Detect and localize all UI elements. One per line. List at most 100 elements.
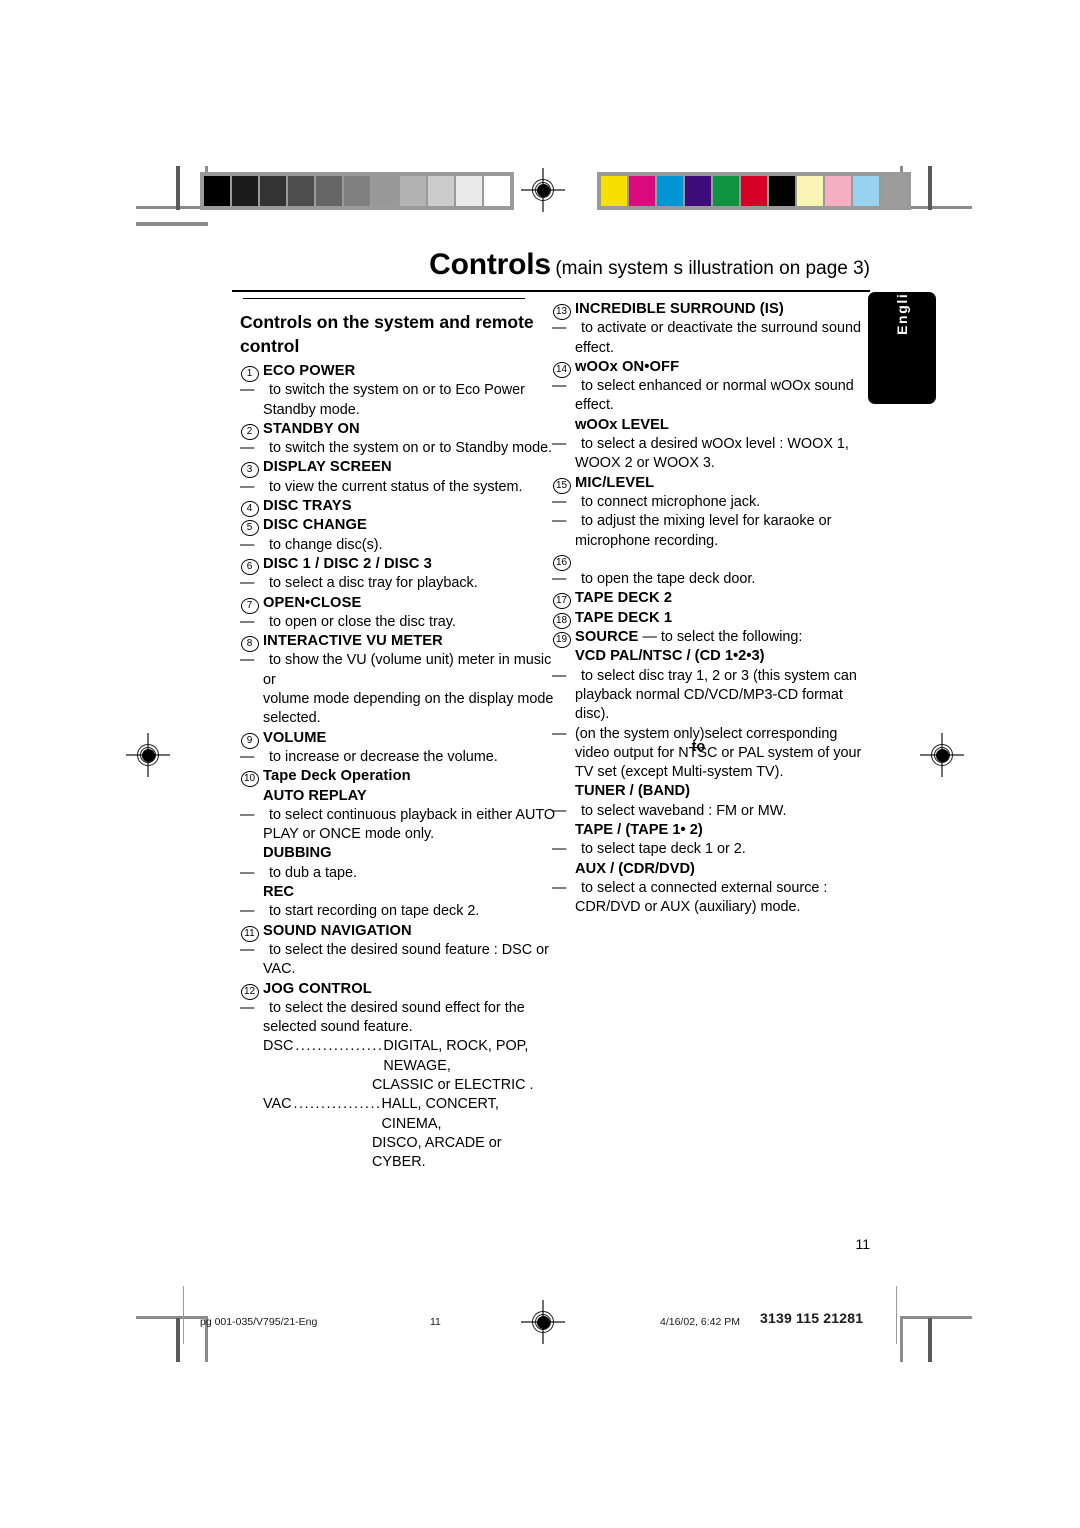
entry-label: DISC 1 / DISC 2 / DISC 3 bbox=[263, 555, 432, 572]
entry-number-badge: 8 bbox=[240, 632, 259, 653]
entry-label: DISPLAY SCREEN bbox=[263, 459, 392, 476]
dot-leader: .................... bbox=[293, 1096, 382, 1113]
entry-number: 12 bbox=[240, 983, 259, 1000]
right-entry: 13 INCREDIBLE SURROUND (IS) bbox=[552, 300, 870, 320]
entry-label-wrap: DISPLAY SCREEN bbox=[263, 458, 392, 477]
right-entry: 14 wOOx ON•OFF bbox=[552, 358, 870, 378]
entry-description: — to select a desired wOOx level : WOOX 1… bbox=[552, 435, 870, 454]
footer-rule-right bbox=[896, 1286, 897, 1344]
right-sublabel: wOOx LEVEL bbox=[575, 416, 669, 433]
entry-label-wrap: MIC/LEVEL bbox=[575, 474, 654, 493]
right-entry: 16 bbox=[552, 551, 870, 571]
entry-label: wOOx ON•OFF bbox=[575, 358, 680, 375]
entry-description: — to connect microphone jack. bbox=[552, 493, 870, 512]
entry-description: — to select tape deck 1 or 2. bbox=[552, 840, 870, 859]
entry-number: 13 bbox=[552, 304, 571, 320]
em-dash-bullet: — bbox=[240, 613, 255, 630]
em-dash-bullet: — bbox=[240, 806, 255, 823]
entry-number: 19 bbox=[552, 632, 571, 649]
entry-description-text: to show the VU (volume unit) meter in mu… bbox=[263, 652, 552, 688]
entry-description-continued: effect. bbox=[575, 339, 614, 356]
right-sublabel: VCD PAL/NTSC / (CD 1•2•3) bbox=[575, 648, 765, 665]
left-sublabel: DUBBING bbox=[263, 845, 332, 862]
entry-number-badge: 10 bbox=[240, 767, 259, 788]
entry-number-badge: 9 bbox=[240, 729, 259, 749]
entry-description-text: to select enhanced or normal wOOx sound bbox=[581, 378, 854, 395]
sound-effect-row: VAC....................HALL, CONCERT, CI… bbox=[240, 1095, 558, 1134]
entry-description-continued: WOOX 2 or WOOX 3. bbox=[575, 455, 715, 472]
left-entry: 7 OPEN•CLOSE bbox=[240, 594, 558, 614]
entry-description: — (on the system only) to select correspond… bbox=[552, 725, 870, 755]
entry-description-text: to switch the system on or to Standby mo… bbox=[269, 440, 553, 457]
em-dash-bullet: — bbox=[240, 903, 255, 920]
page-title-subtitle: (main system s illustration on page 3) bbox=[555, 258, 870, 279]
sound-effect-values-continued: DISCO, ARCADE or CYBER. bbox=[372, 1134, 502, 1171]
entry-description-text: to activate or deactivate the surround s… bbox=[581, 320, 861, 337]
entry-number: 6 bbox=[240, 558, 259, 575]
sound-effect-values-continued: CLASSIC or ELECTRIC . bbox=[372, 1076, 534, 1093]
entry-number-badge: 17 bbox=[552, 589, 571, 610]
entry-description-text: to dub a tape. bbox=[269, 864, 358, 881]
entry-label: INCREDIBLE SURROUND (IS) bbox=[575, 301, 784, 317]
entry-label: SOURCE bbox=[575, 629, 639, 646]
entry-number: 17 bbox=[552, 593, 571, 610]
entry-description-text: to adjust the mixing level for karaoke o… bbox=[581, 513, 832, 530]
entry-label: JOG CONTROL bbox=[263, 980, 372, 997]
right-entry: 15 MIC/LEVEL bbox=[552, 474, 870, 494]
entry-description-text: to select continuous playback in either … bbox=[269, 806, 556, 823]
right-entry: 19 SOURCE — to select the following: bbox=[552, 628, 870, 649]
em-dash-bullet: — bbox=[552, 513, 567, 530]
footer-rule-left bbox=[183, 1286, 184, 1344]
right-entry: 18 TAPE DECK 1 bbox=[552, 609, 870, 629]
entry-description-text: to view the current status of the system… bbox=[269, 478, 523, 495]
em-dash-bullet: — bbox=[240, 382, 255, 399]
em-dash-bullet: — bbox=[552, 725, 567, 742]
entry-number: 18 bbox=[552, 612, 571, 629]
left-entry-list: 1 ECO POWER — to switch the system on or to… bbox=[240, 362, 558, 1037]
left-entry: 4 DISC TRAYS bbox=[240, 497, 558, 518]
entry-number-badge: 4 bbox=[240, 497, 259, 518]
entry-number-badge: 3 bbox=[240, 458, 259, 479]
entry-description-text: to select a desired wOOx level : WOOX 1, bbox=[581, 436, 849, 453]
entry-description: — to select the desired sound feature : D… bbox=[240, 941, 558, 960]
page-title: Controls (main system s illustration on … bbox=[232, 248, 870, 282]
entry-description: — to increase or decrease the volume. bbox=[240, 748, 558, 767]
language-tab: English bbox=[868, 273, 936, 404]
entry-label: OPEN•CLOSE bbox=[263, 594, 362, 611]
entry-description-continued: CDR/DVD or AUX (auxiliary) mode. bbox=[575, 899, 801, 916]
right-sublabel: AUX / (CDR/DVD) bbox=[575, 860, 695, 877]
entry-description: — to show the VU (volume unit) meter in m… bbox=[240, 651, 558, 690]
header-divider bbox=[232, 290, 870, 292]
entry-label-wrap: Tape Deck Operation bbox=[263, 767, 411, 786]
em-dash-bullet: — bbox=[240, 440, 255, 457]
entry-label: VOLUME bbox=[263, 729, 327, 746]
entry-label-wrap: ECO POWER bbox=[263, 362, 355, 381]
sound-effect-key: VAC bbox=[263, 1096, 292, 1113]
entry-description-continued: selected sound feature. bbox=[263, 1019, 413, 1036]
entry-description-continued: effect. bbox=[575, 397, 614, 414]
footer-timestamp: 4/16/02, 6:42 PM bbox=[660, 1316, 740, 1328]
entry-label-wrap: DISC CHANGE bbox=[263, 516, 367, 535]
entry-number-badge: 6 bbox=[240, 555, 259, 575]
left-entry: 11 SOUND NAVIGATION bbox=[240, 922, 558, 942]
entry-number-badge: 12 bbox=[240, 980, 259, 1000]
dot-leader: .................... bbox=[295, 1038, 384, 1055]
entry-description-continued: disc). bbox=[575, 706, 610, 723]
footer-filename: pg 001-035/V795/21-Eng bbox=[200, 1316, 318, 1328]
entry-description-text: to select a connected external source : bbox=[581, 879, 828, 896]
entry-number: 1 bbox=[240, 366, 259, 382]
entry-description: — to select waveband : FM or MW. bbox=[552, 802, 870, 821]
em-dash-bullet: — bbox=[552, 802, 567, 819]
entry-description-text: to open the tape deck door. bbox=[581, 571, 756, 588]
entry-description-continued: selected. bbox=[263, 710, 321, 727]
section-title-divider bbox=[243, 298, 525, 299]
entry-description-continued: TV set (except Multi-system TV). bbox=[575, 764, 784, 781]
entry-description-text: to start recording on tape deck 2. bbox=[269, 903, 480, 920]
entry-description-text: to change disc(s). bbox=[269, 536, 383, 553]
entry-description: — to switch the system on or to Eco Power bbox=[240, 381, 558, 400]
entry-description-text: to switch the system on or to Eco Power bbox=[269, 382, 525, 399]
em-dash-bullet: — bbox=[552, 493, 567, 510]
entry-description: — to change disc(s). bbox=[240, 536, 558, 555]
entry-label-wrap: DISC TRAYS bbox=[263, 497, 352, 516]
right-entry: 17 TAPE DECK 2 bbox=[552, 589, 870, 610]
